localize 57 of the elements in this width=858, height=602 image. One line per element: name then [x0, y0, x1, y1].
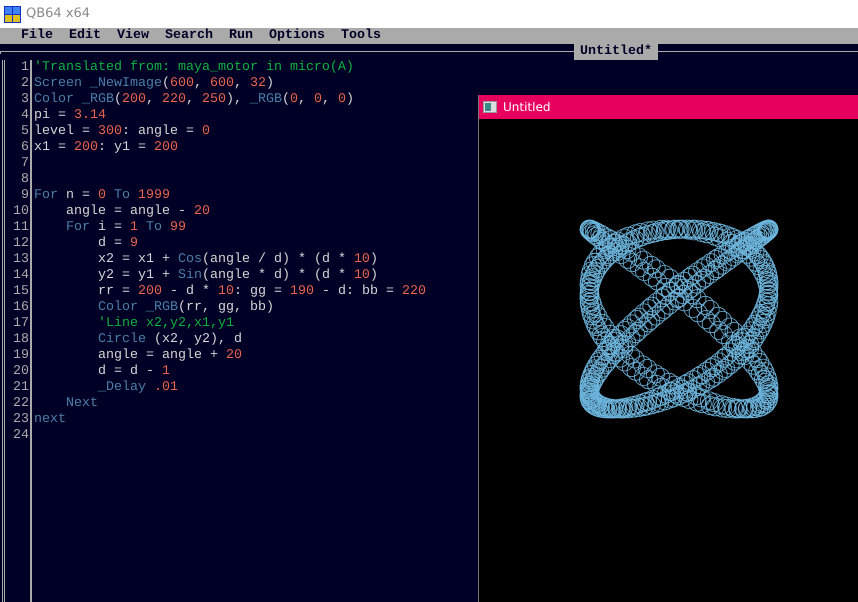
line-number: 22	[12, 396, 29, 412]
menu-item[interactable]: Options	[269, 28, 325, 44]
line-number: 1	[20, 60, 29, 76]
file-tab[interactable]: Untitled*	[574, 44, 658, 60]
code-line: _Delay .01	[96, 380, 178, 396]
code-line: Color _RGB(rr, gg, bb)	[96, 300, 274, 316]
code-line: y2 = y1 + Sin(angle * d) * (d * 10)	[96, 268, 378, 284]
code-line: d = d - 1	[96, 364, 170, 380]
line-number: 2	[20, 76, 29, 92]
window-icon	[483, 101, 497, 113]
code-line: Color _RGB(200, 220, 250), _RGB(0, 0, 0)	[34, 92, 354, 108]
line-number: 14	[12, 268, 29, 284]
menu-item[interactable]: Edit	[69, 28, 101, 44]
line-number: 5	[20, 124, 29, 140]
window-title: QB64 x64	[26, 5, 90, 24]
line-number: 7	[20, 156, 29, 172]
code-line: angle = angle + 20	[96, 348, 242, 364]
code-line: angle = angle - 20	[64, 204, 210, 220]
code-line: pi = 3.14	[34, 108, 106, 124]
line-number: 8	[20, 172, 29, 188]
code-line: x2 = x1 + Cos(angle / d) * (d * 10)	[96, 252, 378, 268]
menu-item[interactable]: File	[21, 28, 53, 44]
line-number: 19	[12, 348, 29, 364]
code-line: Screen _NewImage(600, 600, 32)	[34, 76, 274, 92]
line-number: 10	[12, 204, 29, 220]
line-number: 9	[20, 188, 29, 204]
line-number: 21	[12, 380, 29, 396]
code-line: rr = 200 - d * 10: gg = 190 - d: bb = 220	[96, 284, 426, 300]
menu-item[interactable]: Search	[165, 28, 213, 44]
line-number: 16	[12, 300, 29, 316]
line-number: 12	[12, 236, 29, 252]
line-number: 3	[20, 92, 29, 108]
code-line: level = 300: angle = 0	[34, 124, 210, 140]
menu-item[interactable]: View	[117, 28, 149, 44]
code-line: d = 9	[96, 236, 138, 252]
menu-item[interactable]: Run	[229, 28, 253, 44]
code-line: Next	[64, 396, 98, 412]
line-number: 4	[20, 108, 29, 124]
line-number: 15	[12, 284, 29, 300]
code-line: x1 = 200: y1 = 200	[34, 140, 178, 156]
code-line: 'Line x2,y2,x1,y1	[96, 316, 234, 332]
code-line: Circle (x2, y2), d	[96, 332, 242, 348]
line-number: 13	[12, 252, 29, 268]
code-line: next	[34, 412, 66, 428]
menu-item[interactable]: Tools	[341, 28, 381, 44]
line-number: 23	[12, 412, 29, 428]
line-number: 20	[12, 364, 29, 380]
app-icon	[4, 6, 21, 22]
line-number: 17	[12, 316, 29, 332]
line-number: 11	[12, 220, 29, 236]
output-window-title: Untitled	[503, 99, 550, 115]
code-line: For n = 0 To 1999	[34, 188, 170, 204]
line-number: 18	[12, 332, 29, 348]
code-line: For i = 1 To 99	[64, 220, 186, 236]
code-line: 'Translated from: maya_motor in micro(A)	[34, 60, 354, 76]
line-number: 6	[20, 140, 29, 156]
line-number: 24	[12, 428, 29, 444]
